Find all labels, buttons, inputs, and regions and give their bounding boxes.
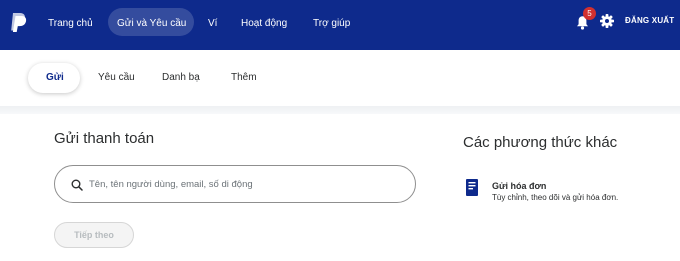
nav-item-help[interactable]: Trợ giúp xyxy=(313,14,350,34)
nav-item-wallet[interactable]: Ví xyxy=(208,14,217,34)
sub-navigation-divider xyxy=(0,106,680,114)
nav-item-activity[interactable]: Hoạt động xyxy=(241,14,287,34)
subnav-item-more[interactable]: Thêm xyxy=(231,72,257,83)
invoice-icon[interactable] xyxy=(466,179,478,196)
recipient-search-box[interactable] xyxy=(54,165,416,203)
send-invoice-description: Tùy chỉnh, theo dõi và gửi hóa đơn. xyxy=(492,193,619,202)
nav-item-home[interactable]: Trang chủ xyxy=(48,14,93,34)
search-icon xyxy=(71,179,83,191)
paypal-logo-icon[interactable] xyxy=(8,11,28,33)
nav-item-send-request[interactable]: Gửi và Yêu cầu xyxy=(117,14,186,34)
other-methods-title: Các phương thức khác xyxy=(463,134,618,151)
send-payment-title: Gửi thanh toán xyxy=(54,130,155,147)
subnav-item-request[interactable]: Yêu cầu xyxy=(98,72,135,83)
logout-link[interactable]: ĐĂNG XUẤT xyxy=(625,16,674,25)
next-button[interactable]: Tiếp theo xyxy=(54,222,134,248)
recipient-search-input[interactable] xyxy=(89,175,399,193)
notification-badge: 5 xyxy=(583,7,596,20)
send-invoice-link[interactable]: Gửi hóa đơn xyxy=(492,181,546,191)
subnav-item-contacts[interactable]: Danh bạ xyxy=(162,72,200,83)
subnav-item-send[interactable]: Gửi xyxy=(46,72,64,83)
gear-icon[interactable] xyxy=(600,14,614,28)
